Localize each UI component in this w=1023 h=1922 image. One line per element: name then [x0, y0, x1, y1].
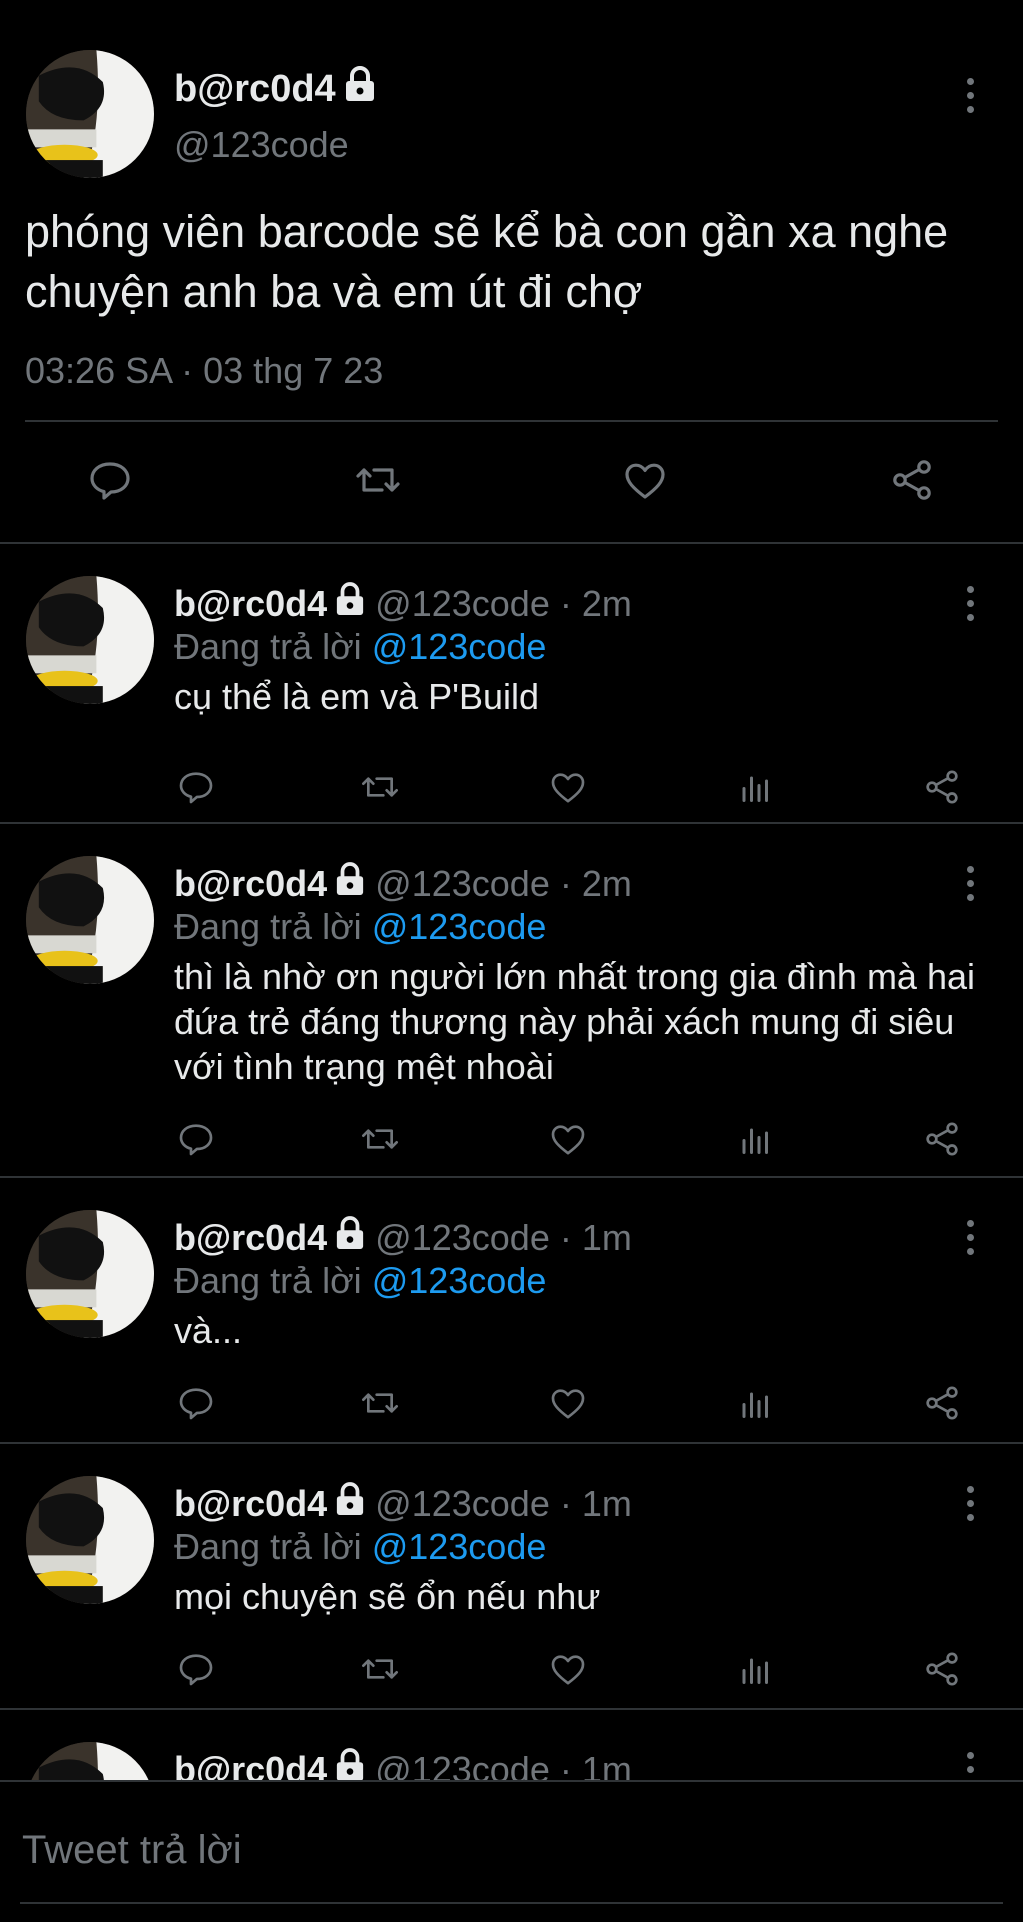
reply-tweet[interactable]: b@rc0d4 @123code · 1m Đang trả lời @123c…	[0, 1178, 1023, 1444]
analytics-icon[interactable]	[732, 766, 780, 808]
like-icon[interactable]	[544, 766, 592, 808]
author-row: b@rc0d4 @123code · 1m	[174, 1216, 632, 1259]
replying-to: Đang trả lời @123code	[174, 1260, 546, 1302]
replying-to-label: Đang trả lời	[174, 1526, 372, 1567]
reply-icon[interactable]	[172, 1382, 220, 1424]
more-options-icon[interactable]	[958, 1486, 982, 1521]
replying-to-label: Đang trả lời	[174, 906, 372, 947]
display-name[interactable]: b@rc0d4	[174, 1217, 327, 1259]
more-options-icon[interactable]	[958, 586, 982, 621]
more-options-icon[interactable]	[958, 866, 982, 901]
tweet-text: phóng viên barcode sẽ kể bà con gần xa n…	[25, 206, 949, 317]
avatar[interactable]	[26, 50, 154, 178]
handle-meta: @123code · 1m	[375, 1482, 632, 1524]
like-icon[interactable]	[617, 452, 673, 508]
display-name[interactable]: b@rc0d4	[174, 68, 336, 111]
retweet-icon[interactable]	[356, 1382, 404, 1424]
reply-icon[interactable]	[172, 1648, 220, 1690]
like-icon[interactable]	[544, 1382, 592, 1424]
like-icon[interactable]	[544, 1648, 592, 1690]
avatar[interactable]	[26, 1210, 154, 1338]
lock-icon	[335, 1482, 365, 1525]
reply-tweet[interactable]: b@rc0d4 @123code · 2m Đang trả lời @123c…	[0, 824, 1023, 1178]
display-name[interactable]: b@rc0d4	[174, 863, 327, 905]
author-row: b@rc0d4 @123code · 2m	[174, 582, 632, 625]
reply-icon[interactable]	[172, 1118, 220, 1160]
retweet-icon[interactable]	[356, 1648, 404, 1690]
handle[interactable]: @123code	[174, 124, 349, 166]
retweet-icon[interactable]	[350, 452, 406, 508]
mention-link[interactable]: @123code	[372, 906, 547, 947]
mention-link[interactable]: @123code	[372, 1260, 547, 1301]
divider	[25, 420, 998, 422]
analytics-icon[interactable]	[732, 1382, 780, 1424]
avatar[interactable]	[26, 856, 154, 984]
avatar[interactable]	[26, 1476, 154, 1604]
lock-icon	[335, 582, 365, 625]
tweet-text: cụ thể là em và P'Build	[174, 676, 540, 717]
author-row: b@rc0d4	[174, 66, 376, 112]
handle-meta: @123code · 1m	[375, 1216, 632, 1258]
handle-meta: @123code · 2m	[375, 582, 632, 624]
share-icon[interactable]	[918, 1648, 966, 1690]
reply-composer	[0, 1780, 1023, 1922]
reply-tweet[interactable]: b@rc0d4 @123code · 1m Đang trả lời @123c…	[0, 1444, 1023, 1710]
reply-tweet[interactable]: b@rc0d4 @123code · 2m Đang trả lời @123c…	[0, 544, 1023, 824]
handle-meta: @123code · 2m	[375, 862, 632, 904]
more-options-icon[interactable]	[958, 78, 982, 113]
tweet-text: thì là nhờ ơn người lớn nhất trong gia đ…	[174, 956, 975, 1087]
tweet-timestamp: 03:26 SA · 03 thg 7 23	[25, 350, 384, 391]
tweet-text: mọi chuyện sẽ ổn nếu như	[174, 1576, 601, 1617]
author-row: b@rc0d4 @123code · 2m	[174, 862, 632, 905]
avatar[interactable]	[26, 576, 154, 704]
replying-to: Đang trả lời @123code	[174, 906, 546, 948]
reply-icon[interactable]	[82, 452, 138, 508]
lock-icon	[335, 862, 365, 905]
mention-link[interactable]: @123code	[372, 626, 547, 667]
analytics-icon[interactable]	[732, 1118, 780, 1160]
replying-to: Đang trả lời @123code	[174, 626, 546, 668]
display-name[interactable]: b@rc0d4	[174, 1483, 327, 1525]
mention-link[interactable]: @123code	[372, 1526, 547, 1567]
reply-input[interactable]	[20, 1818, 1004, 1882]
like-icon[interactable]	[544, 1118, 592, 1160]
analytics-icon[interactable]	[732, 1648, 780, 1690]
author-row: b@rc0d4 @123code · 1m	[174, 1482, 632, 1525]
replying-to-label: Đang trả lời	[174, 626, 372, 667]
display-name[interactable]: b@rc0d4	[174, 583, 327, 625]
replying-to: Đang trả lời @123code	[174, 1526, 546, 1568]
reply-icon[interactable]	[172, 766, 220, 808]
share-icon[interactable]	[918, 766, 966, 808]
replying-to-label: Đang trả lời	[174, 1260, 372, 1301]
retweet-icon[interactable]	[356, 766, 404, 808]
main-tweet: b@rc0d4 @123code phóng viên barcode sẽ k…	[0, 0, 1023, 542]
lock-icon	[344, 66, 376, 112]
tweet-text: và...	[174, 1310, 243, 1351]
more-options-icon[interactable]	[958, 1220, 982, 1255]
composer-underline	[20, 1902, 1003, 1904]
lock-icon	[335, 1216, 365, 1259]
share-icon[interactable]	[918, 1382, 966, 1424]
retweet-icon[interactable]	[356, 1118, 404, 1160]
share-icon[interactable]	[884, 452, 940, 508]
share-icon[interactable]	[918, 1118, 966, 1160]
